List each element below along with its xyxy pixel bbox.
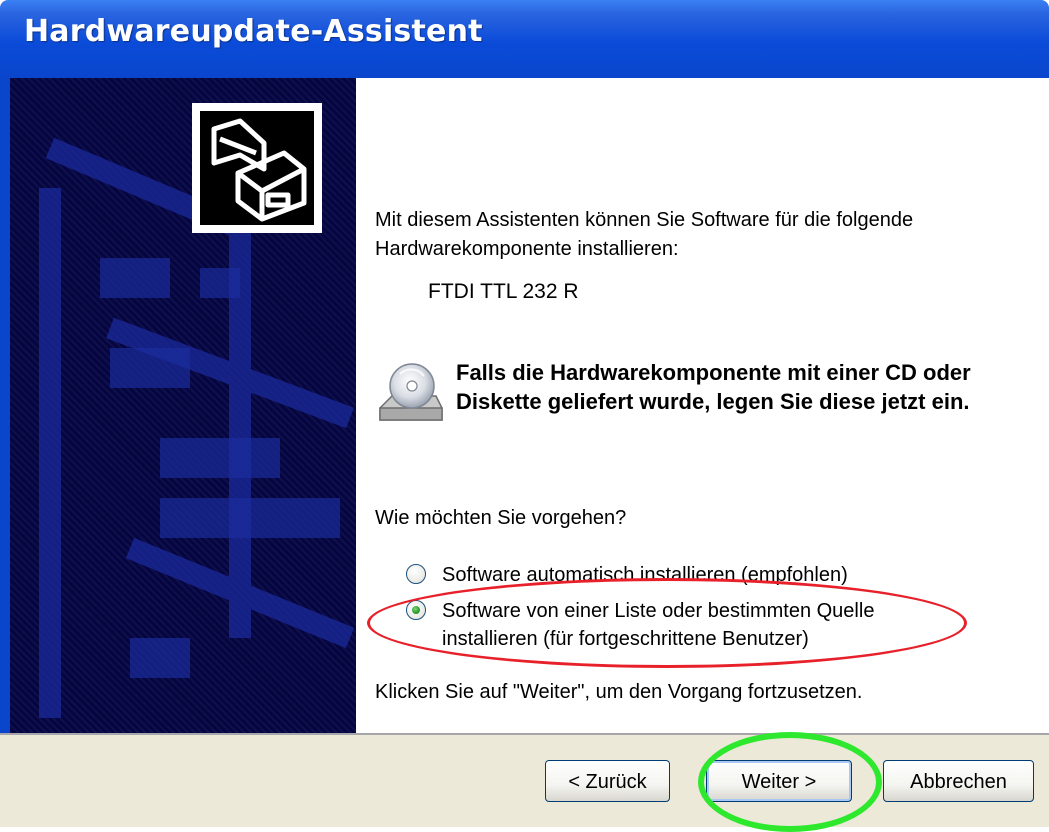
options-question: Wie möchten Sie vorgehen? (375, 507, 627, 529)
green-highlight-circle (698, 732, 882, 832)
hardware-card-icon (192, 103, 322, 233)
continue-instruction: Klicken Sie auf "Weiter", um den Vorgang… (375, 681, 863, 703)
window-title: Hardwareupdate-Assistent (24, 14, 483, 49)
cancel-button[interactable]: Abbrechen (883, 760, 1034, 802)
window-left-border (0, 78, 10, 733)
device-name: FTDI TTL 232 R (428, 280, 579, 303)
cd-drive-icon (376, 362, 444, 432)
title-bar[interactable]: Hardwareupdate-Assistent (0, 0, 1049, 78)
intro-text: Mit diesem Assistenten können Sie Softwa… (375, 209, 914, 260)
cd-notice: Falls die Hardwarekomponente mit einer C… (456, 360, 971, 414)
red-highlight-circle (367, 578, 967, 668)
wizard-window: Hardwareupdate-Assistent Mit diesem Assi… (0, 0, 1049, 832)
back-button[interactable]: < Zurück (545, 760, 670, 802)
radio-button-automatic[interactable] (406, 564, 426, 584)
